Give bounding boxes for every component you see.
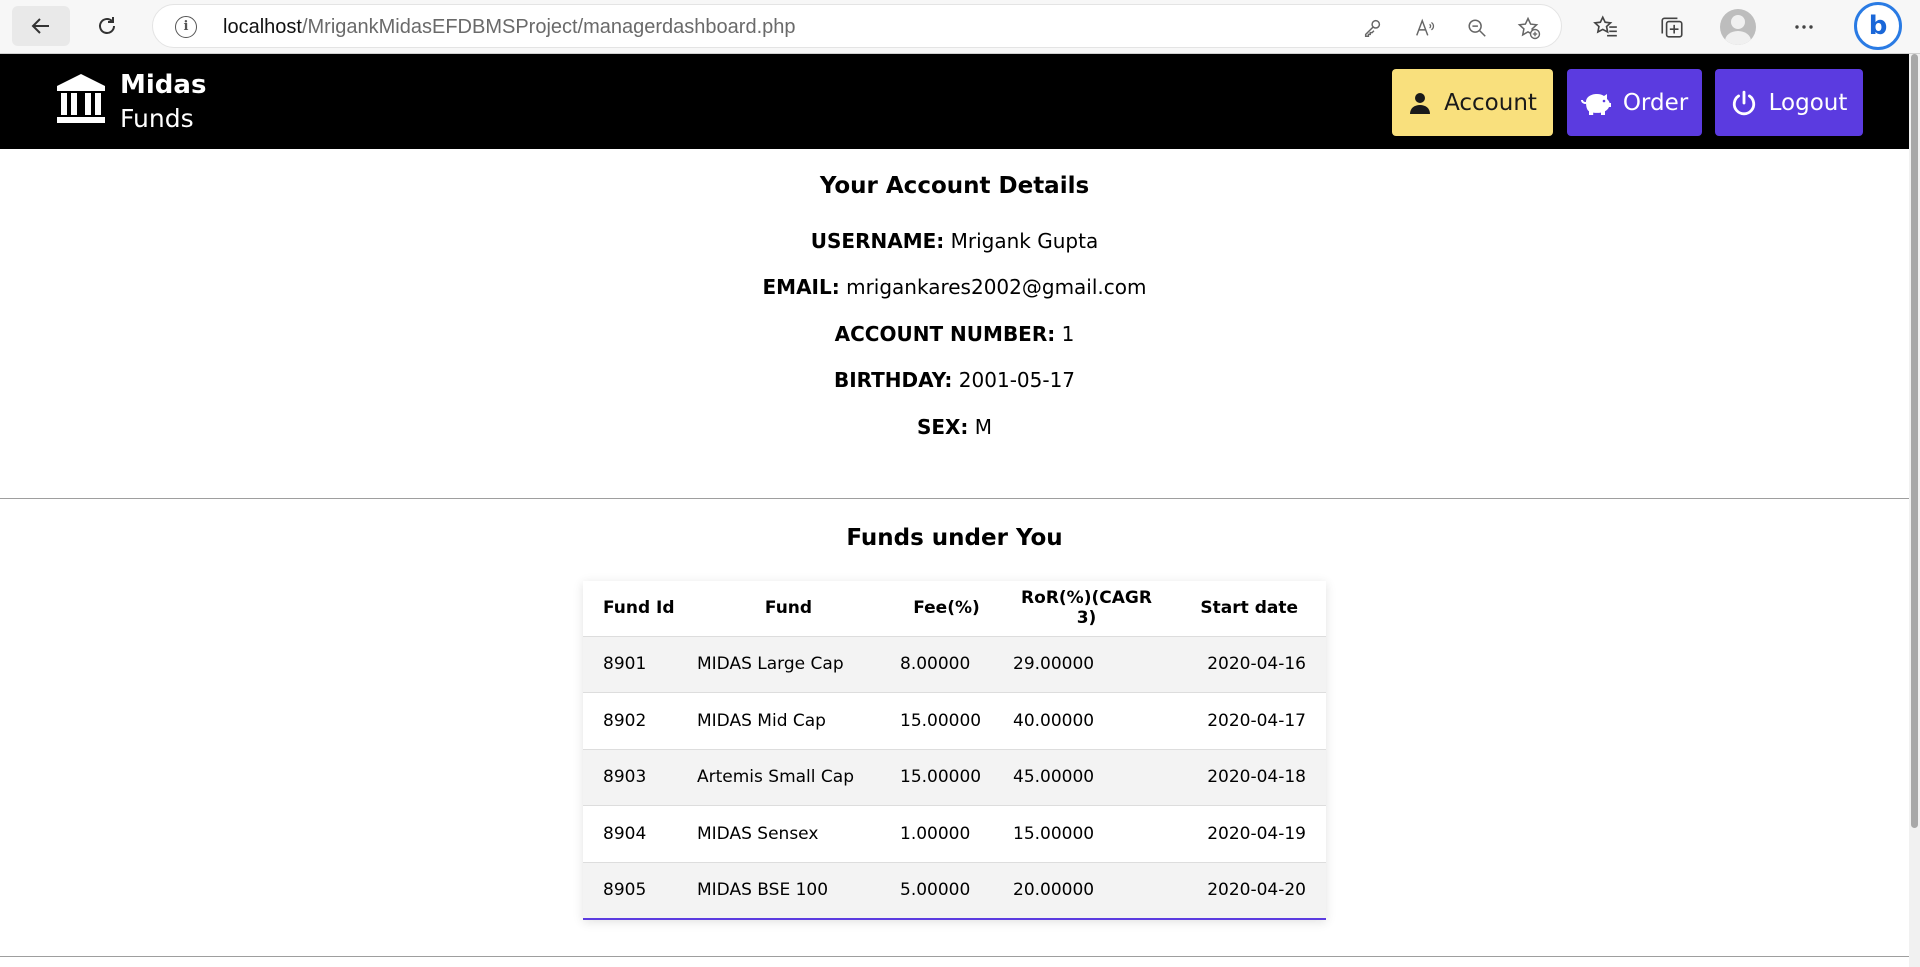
power-icon <box>1732 90 1755 115</box>
order-button[interactable]: Order <box>1567 69 1702 136</box>
info-icon[interactable]: i <box>175 16 197 38</box>
username-row: USERNAME: Mrigank Gupta <box>0 229 1909 253</box>
start-date-cell: 2020-04-20 <box>1170 861 1326 920</box>
sex-row: SEX: M <box>0 415 1909 439</box>
sex-label: SEX: <box>916 415 969 439</box>
brand-logo-text[interactable]: Midas Funds <box>120 68 206 136</box>
more-options-icon[interactable] <box>1786 9 1822 45</box>
username-label: USERNAME: <box>810 229 945 253</box>
profile-avatar-icon[interactable] <box>1720 9 1756 45</box>
fund-name-cell: MIDAS BSE 100 <box>687 861 890 920</box>
fund-name-cell: MIDAS Mid Cap <box>687 692 890 749</box>
ror-cell: 45.00000 <box>1003 748 1170 806</box>
table-row: 8902 MIDAS Mid Cap 15.00000 40.00000 202… <box>583 692 1326 749</box>
fund-name-cell: MIDAS Large Cap <box>687 635 890 693</box>
start-date-cell: 2020-04-17 <box>1170 692 1326 749</box>
table-row: 8903 Artemis Small Cap 15.00000 45.00000… <box>583 748 1326 806</box>
email-row: EMAIL: mrigankares2002@gmail.com <box>0 275 1909 299</box>
email-value: mrigankares2002@gmail.com <box>846 275 1147 299</box>
read-aloud-icon[interactable] <box>1411 14 1439 42</box>
section-divider <box>0 498 1909 499</box>
ror-cell: 40.00000 <box>1003 692 1170 749</box>
birthday-row: BIRTHDAY: 2001-05-17 <box>0 368 1909 392</box>
fund-id-cell: 8903 <box>583 748 687 806</box>
column-header: Fund Id <box>603 598 675 619</box>
column-header: Fee(%) <box>913 598 980 619</box>
brand-name: Midas <box>120 70 207 100</box>
fund-id-cell: 8901 <box>583 635 687 693</box>
sex-value: M <box>974 415 993 439</box>
table-header-row: Fund Id Fund Fee(%) RoR(%)(CAGR 3) Start… <box>583 581 1326 636</box>
bank-icon <box>57 74 105 123</box>
zoom-out-icon[interactable] <box>1463 14 1491 42</box>
page-scrollbar[interactable] <box>1909 54 1920 967</box>
piggy-bank-icon <box>1580 93 1611 115</box>
brand-subtitle: Funds <box>120 104 194 133</box>
start-date-cell: 2020-04-16 <box>1170 635 1326 693</box>
fee-cell: 1.00000 <box>890 805 1003 862</box>
fund-name-cell: Artemis Small Cap <box>687 748 890 806</box>
ror-cell: 20.00000 <box>1003 861 1170 920</box>
reload-icon <box>99 17 115 34</box>
start-date-cell: 2020-04-19 <box>1170 805 1326 862</box>
fund-name-cell: MIDAS Sensex <box>687 805 890 862</box>
back-button[interactable] <box>12 6 70 46</box>
account-button-label: Account <box>1444 89 1537 116</box>
birthday-label: BIRTHDAY: <box>833 368 953 392</box>
order-button-label: Order <box>1622 89 1689 116</box>
fund-id-cell: 8905 <box>583 861 687 920</box>
account-number-value: 1 <box>1061 322 1075 346</box>
arrow-left-icon <box>31 18 49 34</box>
column-header: RoR(%)(CAGR 3) <box>1021 588 1152 629</box>
funds-title: Funds under You <box>846 525 1063 551</box>
address-bar[interactable]: i localhost/MrigankMidasEFDBMSProject/ma… <box>152 4 1562 48</box>
favorites-icon[interactable] <box>1588 9 1624 45</box>
logout-button-label: Logout <box>1768 89 1848 116</box>
fee-cell: 5.00000 <box>890 861 1003 920</box>
ror-cell: 15.00000 <box>1003 805 1170 862</box>
column-header: Start date <box>1200 598 1298 619</box>
account-number-label: ACCOUNT NUMBER: <box>834 322 1056 346</box>
table-row: 8904 MIDAS Sensex 1.00000 15.00000 2020-… <box>583 805 1326 862</box>
collections-icon[interactable] <box>1654 9 1690 45</box>
fee-cell: 15.00000 <box>890 748 1003 806</box>
fund-id-cell: 8902 <box>583 692 687 749</box>
birthday-value: 2001-05-17 <box>958 368 1076 392</box>
fee-cell: 8.00000 <box>890 635 1003 693</box>
column-header: Fund <box>764 598 813 619</box>
add-favorite-icon[interactable] <box>1515 14 1543 42</box>
key-icon[interactable] <box>1359 14 1387 42</box>
table-row: 8901 MIDAS Large Cap 8.00000 29.00000 20… <box>583 635 1326 693</box>
bing-copilot-icon[interactable]: b <box>1854 2 1902 50</box>
funds-table: Fund Id Fund Fee(%) RoR(%)(CAGR 3) Start… <box>583 581 1326 920</box>
user-icon <box>1410 92 1431 114</box>
url-text[interactable]: localhost/MrigankMidasEFDBMSProject/mana… <box>223 16 796 39</box>
email-label: EMAIL: <box>762 275 840 299</box>
bottom-divider <box>0 956 1909 957</box>
account-button[interactable]: Account <box>1392 69 1553 136</box>
table-row: 8905 MIDAS BSE 100 5.00000 20.00000 2020… <box>583 861 1326 920</box>
ror-cell: 29.00000 <box>1003 635 1170 693</box>
fund-id-cell: 8904 <box>583 805 687 862</box>
start-date-cell: 2020-04-18 <box>1170 748 1326 806</box>
app-header: Midas Funds Account Order Logout <box>0 54 1909 149</box>
username-value: Mrigank Gupta <box>950 229 1099 253</box>
account-details-title: Your Account Details <box>819 173 1090 199</box>
browser-toolbar: i localhost/MrigankMidasEFDBMSProject/ma… <box>0 0 1920 54</box>
fee-cell: 15.00000 <box>890 692 1003 749</box>
reload-button[interactable] <box>78 6 136 46</box>
account-number-row: ACCOUNT NUMBER: 1 <box>0 322 1909 346</box>
logout-button[interactable]: Logout <box>1715 69 1863 136</box>
scrollbar-thumb[interactable] <box>1911 54 1918 828</box>
